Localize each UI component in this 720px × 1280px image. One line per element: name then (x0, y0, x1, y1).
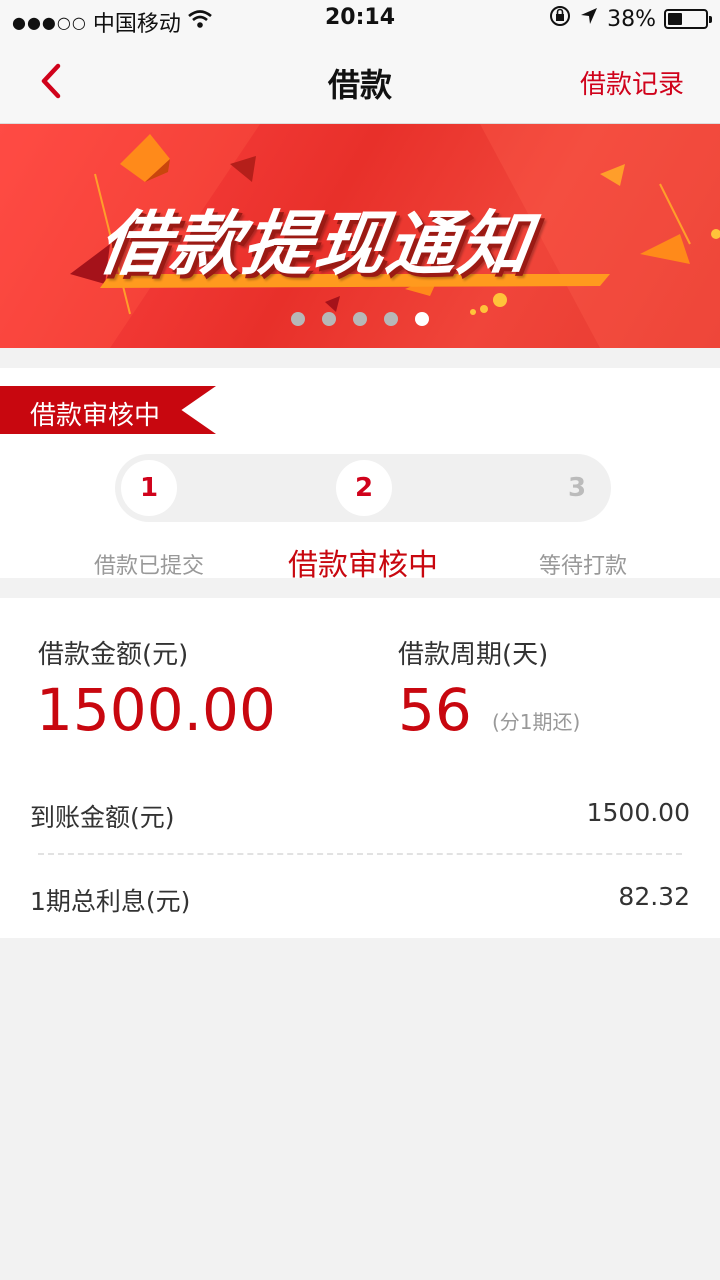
carousel-dot[interactable] (353, 312, 367, 326)
carousel-dot[interactable] (384, 312, 398, 326)
loan-details-card: 借款金额(元) 1500.00 借款周期(天) 56 (分1期还) 到账金额(元… (0, 598, 720, 938)
carousel-dots[interactable] (0, 312, 720, 326)
nav-bar: 借款 借款记录 (0, 40, 720, 124)
battery-fill (668, 13, 682, 25)
step-1-label: 借款已提交 (93, 554, 204, 579)
battery-percent: 38% (607, 6, 656, 32)
amount-value: 1500.00 (36, 676, 276, 744)
rotation-lock-icon (549, 5, 571, 33)
review-progress-card: 借款审核中 1 2 3 借款已提交 借款审核中 等待打款 (0, 368, 720, 583)
period-note: (分1期还) (492, 710, 581, 734)
step-3-label: 等待打款 (538, 554, 627, 579)
step-2-label: 借款审核中 (288, 548, 438, 583)
carousel-dot[interactable] (415, 312, 429, 326)
status-bar: ●●●○○ 中国移动 20:14 38% (0, 0, 720, 40)
received-label: 到账金额(元) (30, 803, 175, 832)
status-flag-label: 借款审核中 (30, 401, 161, 431)
carousel-dot[interactable] (291, 312, 305, 326)
divider (38, 853, 682, 855)
step-3-circle: 3 (549, 460, 605, 516)
carousel-dot[interactable] (322, 312, 336, 326)
amount-label: 借款金额(元) (38, 640, 189, 670)
received-value: 1500.00 (586, 798, 690, 827)
banner-headline: 借款提现通知 (93, 203, 537, 285)
interest-label: 1期总利息(元) (30, 887, 191, 916)
status-flag: 借款审核中 (0, 386, 216, 434)
location-arrow-icon (579, 6, 599, 32)
promo-banner[interactable]: 借款提现通知 (0, 124, 720, 348)
loan-records-link[interactable]: 借款记录 (580, 64, 684, 101)
step-1-circle: 1 (121, 460, 177, 516)
interest-value: 82.32 (618, 882, 690, 911)
battery-icon (664, 9, 712, 29)
step-2-circle: 2 (336, 460, 392, 516)
status-right: 38% (549, 5, 712, 33)
period-label: 借款周期(天) (398, 640, 549, 670)
period-value: 56 (398, 676, 472, 744)
